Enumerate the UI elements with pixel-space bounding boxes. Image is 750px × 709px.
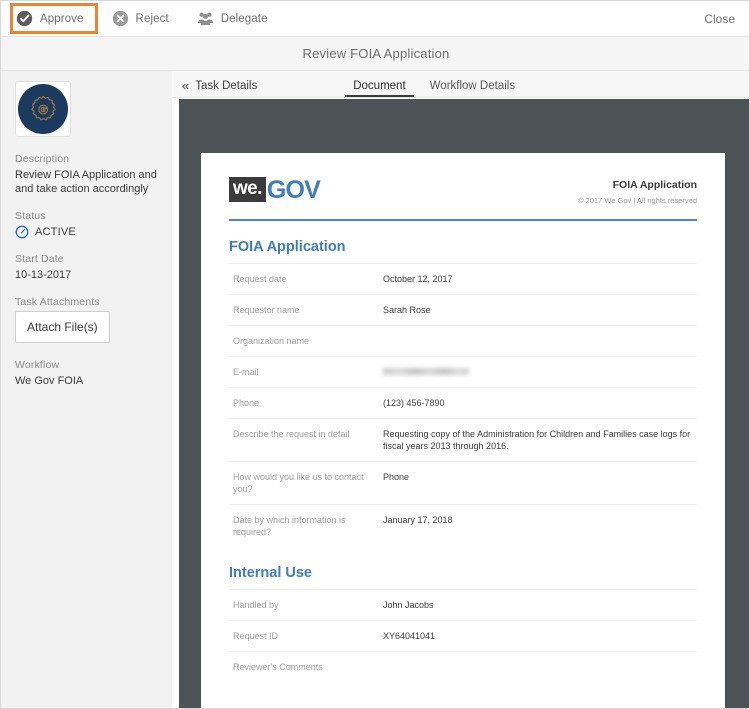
row-key: Date by which information is required? bbox=[233, 515, 346, 537]
double-chevron-left-icon: « bbox=[182, 78, 190, 93]
document-header-title: FOIA Application bbox=[612, 179, 697, 191]
table-row: Handled by John Jacobs bbox=[229, 589, 697, 620]
form-section-internal-use: Handled by John Jacobs Request ID XY6404… bbox=[229, 589, 697, 682]
check-circle-icon bbox=[16, 10, 33, 27]
row-key: Reviewer's Comments bbox=[233, 662, 323, 672]
action-toolbar: Approve Reject Delegate Close bbox=[1, 1, 749, 37]
wegov-logo: we. GOV bbox=[229, 175, 321, 204]
tab-workflow-details[interactable]: Workflow Details bbox=[418, 80, 527, 97]
row-value: John Jacobs bbox=[383, 600, 434, 610]
workflow-label: Workflow bbox=[15, 359, 60, 371]
status-label: Status bbox=[15, 210, 46, 222]
row-key: Describe the request in detail bbox=[233, 429, 350, 439]
gov-seal-icon bbox=[31, 96, 56, 121]
tab-bar: « Task Details Document Workflow Details bbox=[172, 71, 749, 98]
row-value bbox=[383, 366, 697, 378]
tab-list: Document Workflow Details bbox=[341, 80, 527, 97]
status-value: ACTIVE bbox=[35, 226, 76, 238]
table-row: Requestor name Sarah Rose bbox=[229, 294, 697, 325]
document-header-meta: FOIA Application © 2017 We Gov | All rig… bbox=[578, 175, 697, 205]
form-section-foia-application: Request date October 12, 2017 Requestor … bbox=[229, 263, 697, 547]
table-row: Describe the request in detail Requestin… bbox=[229, 418, 697, 461]
description-value: Review FOIA Application and and take act… bbox=[15, 169, 157, 195]
logo-we-mark: we. bbox=[229, 177, 266, 202]
approve-label: Approve bbox=[40, 12, 84, 25]
table-row: Request date October 12, 2017 bbox=[229, 263, 697, 294]
approve-button[interactable]: Approve bbox=[10, 3, 98, 34]
document-header: we. GOV FOIA Application © 2017 We Gov |… bbox=[229, 175, 697, 205]
task-details-sidebar: Description Review FOIA Application and … bbox=[1, 71, 172, 708]
row-key: Requestor name bbox=[233, 305, 300, 315]
header-divider bbox=[229, 219, 697, 221]
table-row: Organization name bbox=[229, 325, 697, 356]
x-circle-icon bbox=[112, 10, 128, 27]
row-value: Phone bbox=[383, 472, 410, 482]
start-date-value: 10-13-2017 bbox=[15, 269, 72, 281]
avatar-circle bbox=[18, 84, 68, 134]
row-value: XY64041041 bbox=[383, 631, 436, 641]
document-copyright: © 2017 We Gov | All rights reserved bbox=[577, 196, 697, 205]
task-details-label: Task Details bbox=[195, 79, 258, 92]
section-title-internal-use: Internal Use bbox=[229, 565, 312, 581]
delegate-button[interactable]: Delegate bbox=[190, 3, 282, 34]
row-key: E-mail bbox=[233, 367, 259, 377]
document-pane: « Task Details Document Workflow Details… bbox=[172, 71, 749, 708]
start-date-label: Start Date bbox=[15, 253, 64, 265]
reject-button[interactable]: Reject bbox=[105, 3, 183, 34]
section-title-foia-application: FOIA Application bbox=[229, 239, 346, 255]
row-key: Handled by bbox=[233, 600, 279, 610]
close-button[interactable]: Close bbox=[704, 1, 735, 37]
avatar bbox=[15, 81, 71, 137]
table-row: Date by which information is required? J… bbox=[229, 504, 697, 547]
table-row: Reviewer's Comments bbox=[229, 651, 697, 682]
table-row: E-mail bbox=[229, 356, 697, 387]
row-value: Sarah Rose bbox=[383, 305, 431, 315]
page-title-strip: Review FOIA Application bbox=[1, 37, 749, 71]
workflow-value: We Gov FOIA bbox=[15, 375, 84, 387]
table-row: Phone (123) 456-7890 bbox=[229, 387, 697, 418]
table-row: How would you like us to contact you? Ph… bbox=[229, 461, 697, 504]
description-label: Description bbox=[15, 153, 70, 165]
row-key: How would you like us to contact you? bbox=[233, 472, 364, 494]
page-title: Review FOIA Application bbox=[302, 46, 450, 61]
logo-gov-word: GOV bbox=[266, 175, 321, 204]
attach-files-button[interactable]: Attach File(s) bbox=[15, 311, 110, 343]
row-key: Organization name bbox=[233, 336, 310, 346]
reject-label: Reject bbox=[135, 12, 169, 25]
tab-document[interactable]: Document bbox=[341, 80, 417, 97]
document-viewer[interactable]: we. GOV FOIA Application © 2017 We Gov |… bbox=[179, 99, 749, 708]
row-value: Requesting copy of the Administration fo… bbox=[383, 429, 691, 451]
table-row: Request ID XY64041041 bbox=[229, 620, 697, 651]
redacted-email-value bbox=[383, 368, 469, 375]
row-key: Request date bbox=[233, 274, 287, 284]
clock-circle-icon bbox=[15, 225, 29, 239]
status-badge: ACTIVE bbox=[15, 225, 160, 239]
delegate-people-icon bbox=[197, 12, 213, 25]
row-value: (123) 456-7890 bbox=[383, 398, 445, 408]
delegate-label: Delegate bbox=[220, 12, 268, 25]
row-key: Request ID bbox=[233, 631, 279, 641]
document-page: we. GOV FOIA Application © 2017 We Gov |… bbox=[201, 153, 725, 708]
collapse-task-details-button[interactable]: « Task Details bbox=[172, 79, 267, 97]
review-task-window: Approve Reject Delegate Close Review FOI… bbox=[0, 0, 750, 709]
task-attachments-label: Task Attachments bbox=[15, 296, 100, 308]
row-key: Phone bbox=[233, 398, 260, 408]
row-value: January 17, 2018 bbox=[383, 515, 453, 525]
row-value: October 12, 2017 bbox=[383, 274, 453, 284]
